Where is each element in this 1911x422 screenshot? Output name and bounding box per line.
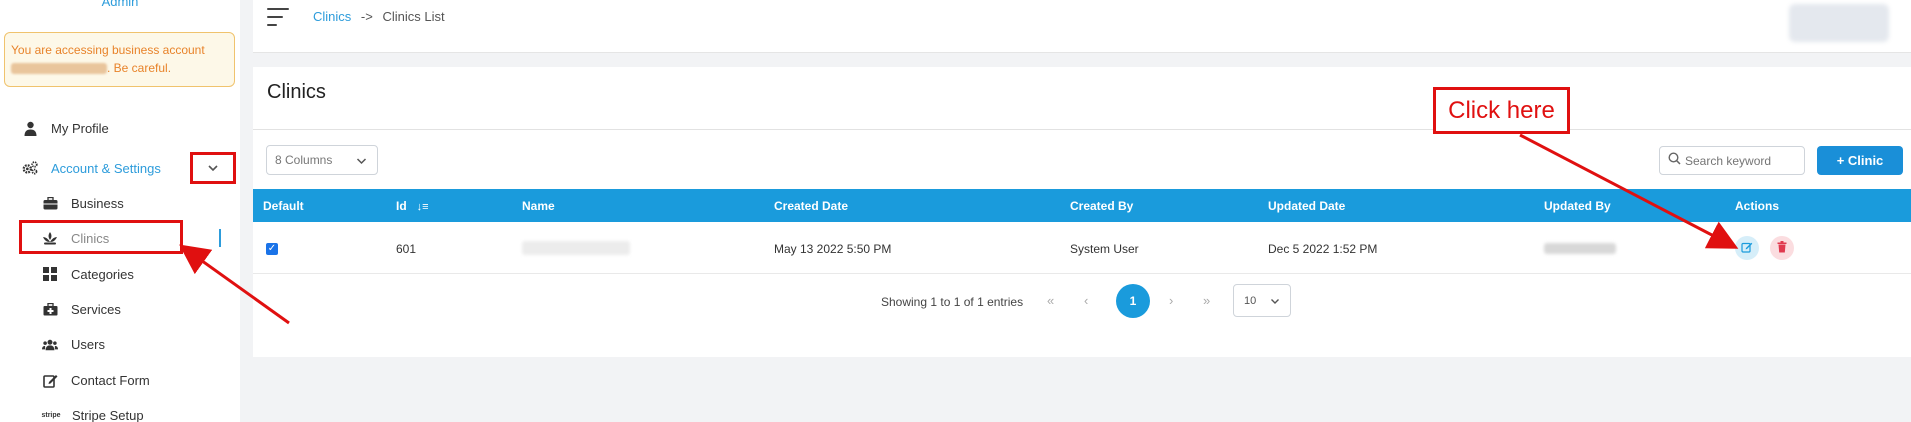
sidebar-item-label: Business <box>71 195 124 211</box>
sidebar-item-label: Contact Form <box>71 372 150 388</box>
edit-icon <box>42 372 58 388</box>
sidebar-item-label: Users <box>71 336 105 352</box>
sidebar-item-label: Account & Settings <box>51 160 161 176</box>
sidebar-item-business[interactable]: Business <box>42 195 124 211</box>
breadcrumb-link-clinics[interactable]: Clinics <box>313 9 351 24</box>
sort-icon: ↓≡ <box>416 201 429 213</box>
sidebar-item-categories[interactable]: Categories <box>42 266 134 282</box>
column-header-created-date[interactable]: Created Date <box>774 199 848 213</box>
clinics-highlight-box <box>19 220 183 254</box>
columns-select-value: 8 Columns <box>275 153 333 167</box>
chevron-down-icon <box>356 154 367 168</box>
cell-id: 601 <box>396 242 417 256</box>
trash-icon <box>1777 240 1787 256</box>
sidebar-item-users[interactable]: Users <box>42 336 105 352</box>
per-page-select[interactable]: 10 <box>1233 284 1291 317</box>
sidebar-item-label: Stripe Setup <box>72 407 144 422</box>
account-settings-toggle[interactable] <box>190 152 236 184</box>
sidebar-item-label: My Profile <box>51 120 109 136</box>
delete-button[interactable] <box>1770 236 1794 260</box>
sidebar-item-account-settings[interactable]: Account & Settings <box>22 160 161 176</box>
cell-name-redacted <box>522 241 630 255</box>
pagination-info: Showing 1 to 1 of 1 entries <box>881 295 1024 309</box>
pagination: Showing 1 to 1 of 1 entries « ‹ 1 › » 10 <box>253 284 1911 318</box>
top-header: Clinics -> Clinics List <box>253 0 1911 53</box>
hamburger-menu-icon[interactable] <box>267 8 289 28</box>
cell-updated-by-redacted <box>1544 243 1616 254</box>
cell-created-by: System User <box>1070 242 1139 256</box>
sidebar-item-label: Categories <box>71 266 134 282</box>
page-1-button[interactable]: 1 <box>1116 284 1150 318</box>
column-header-default[interactable]: Default <box>263 199 304 213</box>
edit-button[interactable] <box>1735 236 1759 260</box>
sidebar-item-my-profile[interactable]: My Profile <box>22 120 109 136</box>
breadcrumb-separator: -> <box>360 9 373 24</box>
column-header-id[interactable]: Id ↓≡ <box>396 199 429 213</box>
redacted-business-name <box>11 63 107 75</box>
click-here-callout: Click here <box>1433 87 1570 134</box>
medkit-icon <box>42 301 58 317</box>
add-clinic-button[interactable]: + Clinic <box>1817 146 1903 175</box>
per-page-value: 10 <box>1244 294 1257 307</box>
page: Admin You are accessing business account… <box>0 0 1911 422</box>
admin-label: Admin <box>101 0 139 9</box>
edit-icon <box>1741 241 1753 256</box>
stripe-logo: stripe <box>41 411 61 419</box>
grid-icon <box>42 266 58 282</box>
column-header-updated-by[interactable]: Updated By <box>1544 199 1611 213</box>
next-page-button[interactable]: › <box>1169 293 1173 308</box>
business-account-warning: You are accessing business account . Be … <box>4 32 235 87</box>
column-header-actions: Actions <box>1735 199 1780 213</box>
first-page-button[interactable]: « <box>1047 293 1054 308</box>
chevron-down-icon <box>1270 296 1280 308</box>
search-box[interactable] <box>1659 146 1805 175</box>
sidebar: Admin You are accessing business account… <box>0 0 240 422</box>
table-header: Default Id ↓≡ Name Created Date Created B… <box>253 189 1911 222</box>
sidebar-item-label: Services <box>71 301 121 317</box>
page-title: Clinics <box>267 81 326 103</box>
sidebar-item-services[interactable]: Services <box>42 301 121 317</box>
columns-select[interactable]: 8 Columns <box>266 145 378 175</box>
prev-page-button[interactable]: ‹ <box>1084 293 1088 308</box>
gears-icon <box>22 160 38 176</box>
default-checkbox[interactable]: ✓ <box>266 243 278 255</box>
column-header-updated-date[interactable]: Updated Date <box>1268 199 1345 213</box>
table-row: ✓ 601 May 13 2022 5:50 PM System User De… <box>253 222 1911 274</box>
breadcrumb-current: Clinics List <box>382 9 445 24</box>
column-header-name[interactable]: Name <box>522 199 555 213</box>
last-page-button[interactable]: » <box>1203 293 1210 308</box>
sidebar-item-contact-form[interactable]: Contact Form <box>42 372 150 388</box>
warning-text-end: . Be careful. <box>107 61 172 75</box>
briefcase-icon <box>42 195 58 211</box>
users-icon <box>42 336 58 352</box>
search-input[interactable] <box>1685 153 1795 168</box>
clinics-card: Clinics 8 Columns + Clinic Default Id ↓≡ … <box>253 67 1911 357</box>
chevron-down-icon <box>207 159 219 177</box>
cell-updated-date: Dec 5 2022 1:52 PM <box>1268 242 1378 256</box>
search-icon <box>1668 151 1681 170</box>
sidebar-item-stripe-setup[interactable]: stripe Stripe Setup <box>41 407 144 422</box>
breadcrumb: Clinics -> Clinics List <box>313 9 445 24</box>
cell-created-date: May 13 2022 5:50 PM <box>774 242 892 256</box>
active-indicator <box>219 229 221 247</box>
column-header-created-by[interactable]: Created By <box>1070 199 1133 213</box>
warning-text: You are accessing business account <box>11 43 205 57</box>
user-icon <box>22 120 38 136</box>
avatar[interactable] <box>1789 4 1889 42</box>
column-header-id-label: Id <box>396 199 407 213</box>
divider <box>253 129 1911 130</box>
